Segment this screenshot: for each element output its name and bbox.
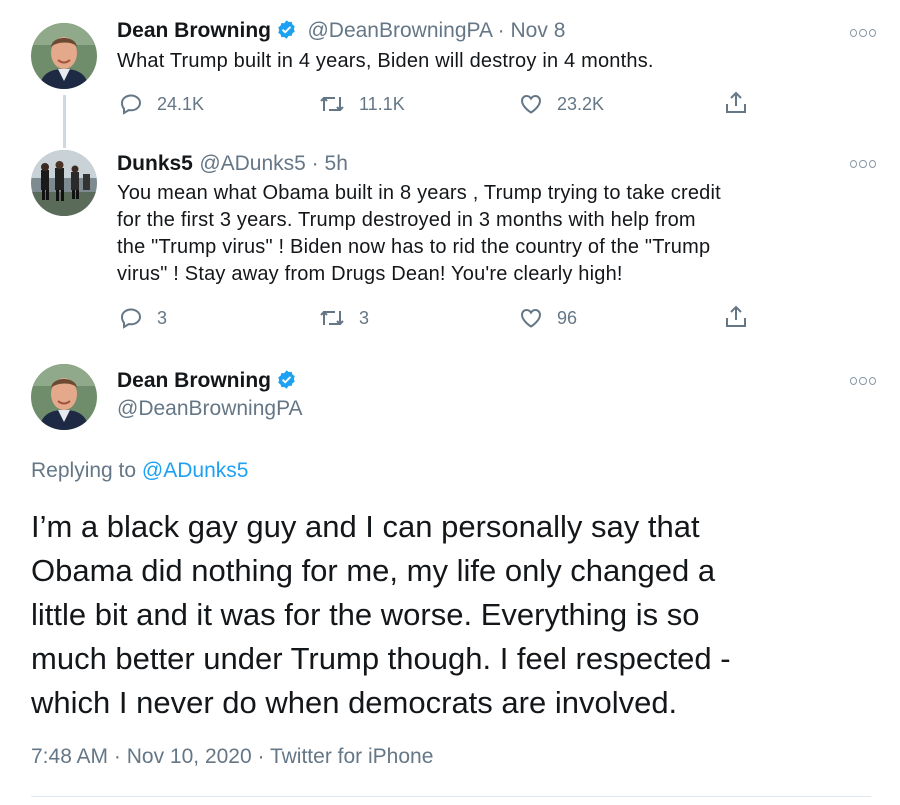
tweet1-like-button[interactable]: 23.2K bbox=[519, 92, 604, 116]
tweet3-text-line: I’m a black gay guy and I can personally… bbox=[31, 509, 700, 544]
tweet2-share-button[interactable] bbox=[723, 304, 749, 330]
reply-icon bbox=[120, 308, 142, 329]
thread-line bbox=[63, 95, 66, 148]
tweet3-author-name[interactable]: Dean Browning bbox=[117, 369, 271, 392]
tweet1-text: What Trump built in 4 years, Biden will … bbox=[117, 50, 654, 72]
tweet3-time[interactable]: 7:48 AM bbox=[31, 745, 108, 768]
tweet1-retweet-count: 11.1K bbox=[359, 93, 405, 114]
replying-to: Replying to @ADunks5 bbox=[31, 459, 248, 483]
tweet3-meta: 7:48 AM · Nov 10, 2020 · Twitter for iPh… bbox=[31, 745, 433, 769]
divider bbox=[31, 796, 871, 797]
tweet3-text-line: much better under Trump though. I feel r… bbox=[31, 641, 731, 676]
tweet3-text: I’m a black gay guy and I can personally… bbox=[31, 505, 731, 725]
tweet2-like-button[interactable]: 96 bbox=[519, 306, 577, 330]
avatar-dunks5[interactable] bbox=[31, 150, 97, 216]
tweet2-text-line: for the first 3 years. Trump destroyed i… bbox=[117, 209, 696, 231]
replying-to-handle[interactable]: @ADunks5 bbox=[142, 459, 249, 482]
like-icon bbox=[520, 94, 542, 114]
tweet2-like-count: 96 bbox=[557, 307, 578, 328]
tweet3-text-line: which I never do when democrats are invo… bbox=[31, 685, 678, 720]
share-icon bbox=[726, 305, 746, 327]
tweet3-author-row: Dean Browning bbox=[117, 369, 297, 395]
tweet2-text-line: the "Trump virus" ! Biden now has to rid… bbox=[117, 236, 711, 258]
tweet1-date[interactable]: Nov 8 bbox=[511, 19, 566, 42]
replying-to-label: Replying to bbox=[31, 459, 142, 482]
tweet2-retweet-button[interactable]: 3 bbox=[319, 306, 369, 330]
separator: · bbox=[251, 745, 270, 768]
tweet3-handle[interactable]: @DeanBrowningPA bbox=[117, 397, 303, 421]
tweet3-text-line: little bit and it was for the worse. Eve… bbox=[31, 597, 700, 632]
tweet1-retweet-button[interactable]: 11.1K bbox=[319, 92, 405, 116]
more-icon[interactable] bbox=[850, 377, 876, 385]
tweet1-share-button[interactable] bbox=[723, 90, 749, 116]
avatar-dean-browning[interactable] bbox=[31, 23, 97, 89]
tweet3-text-line: Obama did nothing for me, my life only c… bbox=[31, 553, 716, 588]
tweet2-reply-count: 3 bbox=[157, 307, 168, 328]
tweet2-reply-button[interactable]: 3 bbox=[119, 306, 167, 330]
share-icon bbox=[726, 91, 746, 113]
more-icon[interactable] bbox=[850, 29, 876, 37]
tweet3-source[interactable]: Twitter for iPhone bbox=[270, 745, 433, 768]
tweet3-date[interactable]: Nov 10, 2020 bbox=[127, 745, 252, 768]
retweet-icon bbox=[320, 97, 344, 111]
tweet1-reply-button[interactable]: 24.1K bbox=[119, 92, 204, 116]
verified-icon bbox=[276, 369, 297, 395]
tweet2-handle[interactable]: @ADunks5 bbox=[199, 152, 306, 175]
avatar-dean-browning[interactable] bbox=[31, 364, 97, 430]
separator: · bbox=[108, 745, 127, 768]
separator: · bbox=[305, 152, 325, 175]
tweet1-handle[interactable]: @DeanBrowningPA bbox=[307, 19, 491, 42]
separator: · bbox=[491, 19, 511, 42]
tweet2-author-name[interactable]: Dunks5 bbox=[117, 152, 193, 175]
tweet1-reply-count: 24.1K bbox=[157, 93, 205, 114]
retweet-icon bbox=[320, 311, 344, 325]
tweet2-header: Dunks5 @ADunks5 · 5h bbox=[117, 152, 348, 176]
tweet1-header: Dean Browning @DeanBrowningPA · Nov 8 bbox=[117, 19, 565, 45]
tweet1-author-name[interactable]: Dean Browning bbox=[117, 19, 271, 42]
verified-icon bbox=[276, 19, 297, 45]
tweet2-text-line: You mean what Obama built in 8 years , T… bbox=[117, 182, 721, 204]
reply-icon bbox=[120, 94, 142, 115]
tweet2-date[interactable]: 5h bbox=[325, 152, 348, 175]
tweet2-text: You mean what Obama built in 8 years , T… bbox=[117, 180, 721, 288]
tweet2-text-line: virus" ! Stay away from Drugs Dean! You'… bbox=[117, 263, 623, 285]
more-icon[interactable] bbox=[850, 160, 876, 168]
like-icon bbox=[520, 308, 542, 328]
tweet-thread-screenshot: { "tweet1": { "name": "Dean Browning", "… bbox=[0, 0, 900, 805]
tweet1-like-count: 23.2K bbox=[557, 93, 605, 114]
tweet2-retweet-count: 3 bbox=[359, 307, 370, 328]
